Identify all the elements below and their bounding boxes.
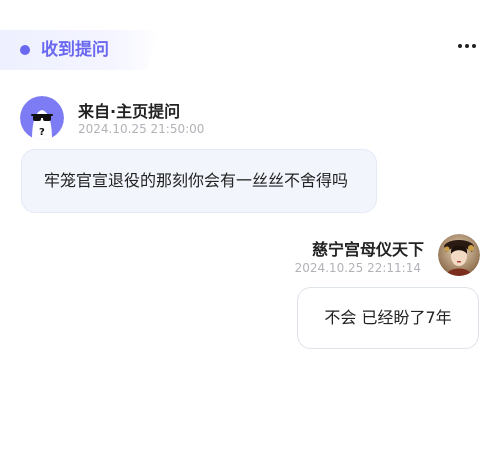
question-timestamp: 2024.10.25 21:50:00 [78, 122, 205, 136]
answer-timestamp: 2024.10.25 22:11:14 [294, 261, 421, 275]
responder-avatar[interactable] [438, 234, 480, 276]
answer-bubble: 不会 已经盼了7年 [297, 287, 479, 349]
more-options-icon[interactable] [458, 44, 476, 48]
tag-dot-icon [20, 45, 30, 55]
responder-name: 慈宁宫母仪天下 [311, 240, 424, 259]
tag-label: 收到提问 [41, 40, 109, 60]
svg-text:?: ? [39, 127, 45, 138]
anonymous-avatar-icon[interactable]: ? [20, 96, 64, 140]
question-bubble: 牢笼官宣退役的那刻你会有一丝丝不舍得吗 [21, 149, 378, 213]
asker-name: 来自·主页提问 [78, 102, 181, 121]
received-question-tag: 收到提问 [0, 30, 160, 70]
question-detail-page: 收到提问 ? 来自·主页提问 2024.10.25 21:50:00 牢笼官宣退… [0, 0, 500, 450]
